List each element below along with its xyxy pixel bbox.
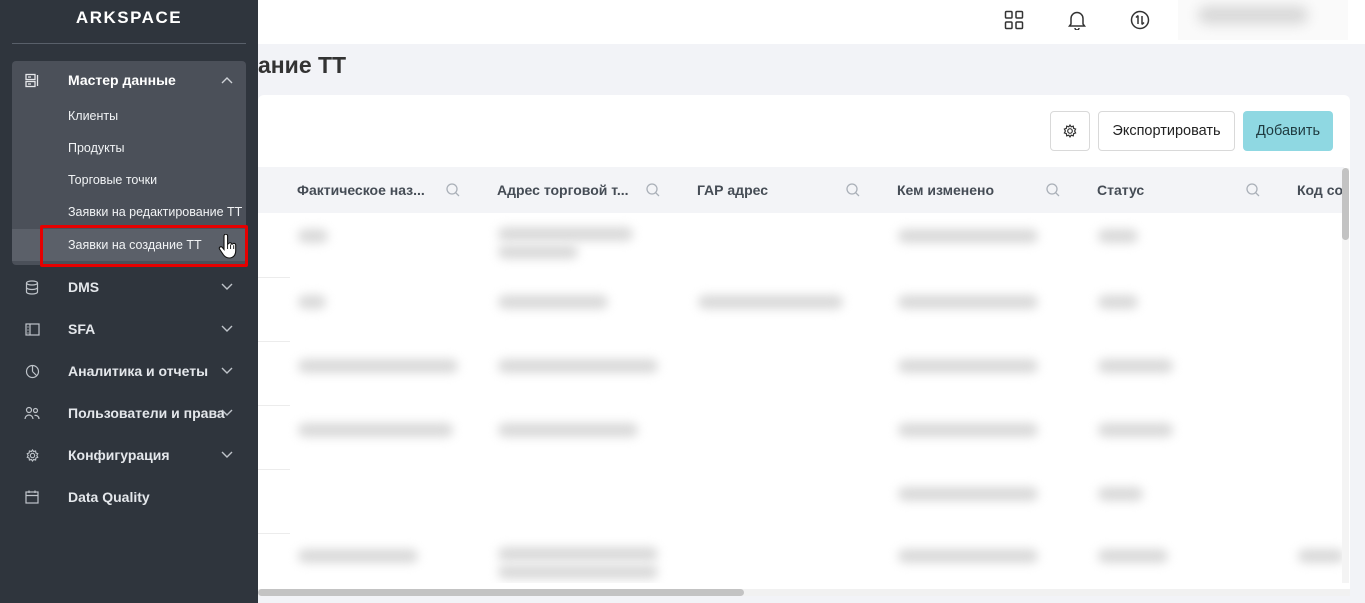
content-card: Экспортировать Добавить Фактическое наз.…	[258, 95, 1350, 595]
sidebar-item-label: Пользователи и права	[68, 405, 225, 421]
sidebar-item-label: DMS	[68, 279, 100, 295]
column-header-code[interactable]: Код со	[1297, 167, 1343, 213]
chevron-down-icon	[220, 406, 234, 420]
sidebar-item-configuration[interactable]: Конфигурация	[12, 435, 246, 475]
sidebar-item-label: Data Quality	[68, 489, 150, 505]
sidebar-subitem-label: Торговые точки	[68, 173, 158, 187]
bell-icon[interactable]	[1064, 7, 1090, 33]
search-icon[interactable]	[1045, 182, 1061, 198]
master-data-icon	[24, 72, 40, 88]
user-profile[interactable]	[1178, 0, 1348, 40]
add-button[interactable]: Добавить	[1243, 111, 1333, 151]
column-header-gar-address[interactable]: ГАР адрес	[697, 167, 768, 213]
logo[interactable]: ARKSPACE	[0, 8, 258, 28]
apps-grid-icon[interactable]	[1001, 7, 1027, 33]
sidebar-item-label: Мастер данные	[68, 72, 176, 88]
table-settings-button[interactable]	[1050, 111, 1090, 151]
sidebar-item-users[interactable]: Пользователи и права	[12, 393, 246, 433]
gear-icon	[1063, 124, 1077, 138]
sidebar-item-label: Аналитика и отчеты	[68, 363, 209, 379]
pie-chart-icon	[24, 363, 40, 379]
column-header-actual-name[interactable]: Фактическое наз...	[297, 167, 425, 213]
divider	[12, 43, 246, 44]
table-row[interactable]	[258, 405, 1344, 469]
chevron-down-icon	[220, 280, 234, 294]
sidebar-item-label: SFA	[68, 321, 96, 337]
column-header-address[interactable]: Адрес торговой т...	[497, 167, 629, 213]
calendar-icon	[24, 489, 40, 505]
table-row[interactable]	[258, 213, 1344, 277]
sidebar-subitem-label: Продукты	[68, 141, 125, 155]
page-title: ание ТТ	[258, 52, 347, 78]
table-header: Фактическое наз... Адрес торговой т... Г…	[258, 167, 1344, 213]
search-icon[interactable]	[645, 182, 661, 198]
sidebar-subitem-clients[interactable]: Клиенты	[12, 100, 246, 132]
column-header-status[interactable]: Статус	[1097, 167, 1144, 213]
chevron-down-icon	[220, 448, 234, 462]
search-icon[interactable]	[445, 182, 461, 198]
sidebar-subitem-edit-requests[interactable]: Заявки на редактирование ТТ	[12, 196, 246, 228]
sidebar-subitem-products[interactable]: Продукты	[12, 132, 246, 164]
sidebar-subitem-label: Заявки на создание ТТ	[68, 238, 202, 252]
users-icon	[24, 405, 40, 421]
sync-icon[interactable]	[1127, 7, 1153, 33]
sfa-panel-icon	[24, 321, 40, 337]
database-icon	[24, 279, 40, 295]
table-row[interactable]	[258, 277, 1344, 341]
search-icon[interactable]	[845, 182, 861, 198]
sidebar-item-data-quality[interactable]: Data Quality	[12, 477, 246, 517]
sidebar-item-label: Конфигурация	[68, 447, 170, 463]
vertical-scrollbar[interactable]	[1342, 168, 1349, 240]
horizontal-scrollbar[interactable]	[258, 589, 744, 596]
sidebar-subitem-create-requests[interactable]: Заявки на создание ТТ	[12, 229, 246, 261]
table-row[interactable]	[258, 533, 1344, 583]
sidebar: ARKSPACE Мастер данные Клиенты Продукты …	[0, 0, 258, 603]
search-icon[interactable]	[1245, 182, 1261, 198]
chevron-up-icon	[220, 73, 234, 87]
chevron-down-icon	[220, 322, 234, 336]
table-body	[258, 213, 1344, 583]
sidebar-item-analytics[interactable]: Аналитика и отчеты	[12, 351, 246, 391]
sidebar-subitem-label: Клиенты	[68, 109, 119, 123]
chevron-down-icon	[220, 364, 234, 378]
column-header-modified-by[interactable]: Кем изменено	[897, 167, 994, 213]
sidebar-item-sfa[interactable]: SFA	[12, 309, 246, 349]
table-row[interactable]	[258, 341, 1344, 405]
sidebar-item-dms[interactable]: DMS	[12, 267, 246, 307]
export-button[interactable]: Экспортировать	[1098, 111, 1235, 151]
gear-icon	[24, 447, 40, 463]
sidebar-subitem-outlets[interactable]: Торговые точки	[12, 164, 246, 196]
sidebar-subitem-label: Заявки на редактирование ТТ	[68, 205, 243, 219]
sidebar-item-master-data[interactable]: Мастер данные	[12, 60, 246, 100]
table-row[interactable]	[258, 469, 1344, 533]
